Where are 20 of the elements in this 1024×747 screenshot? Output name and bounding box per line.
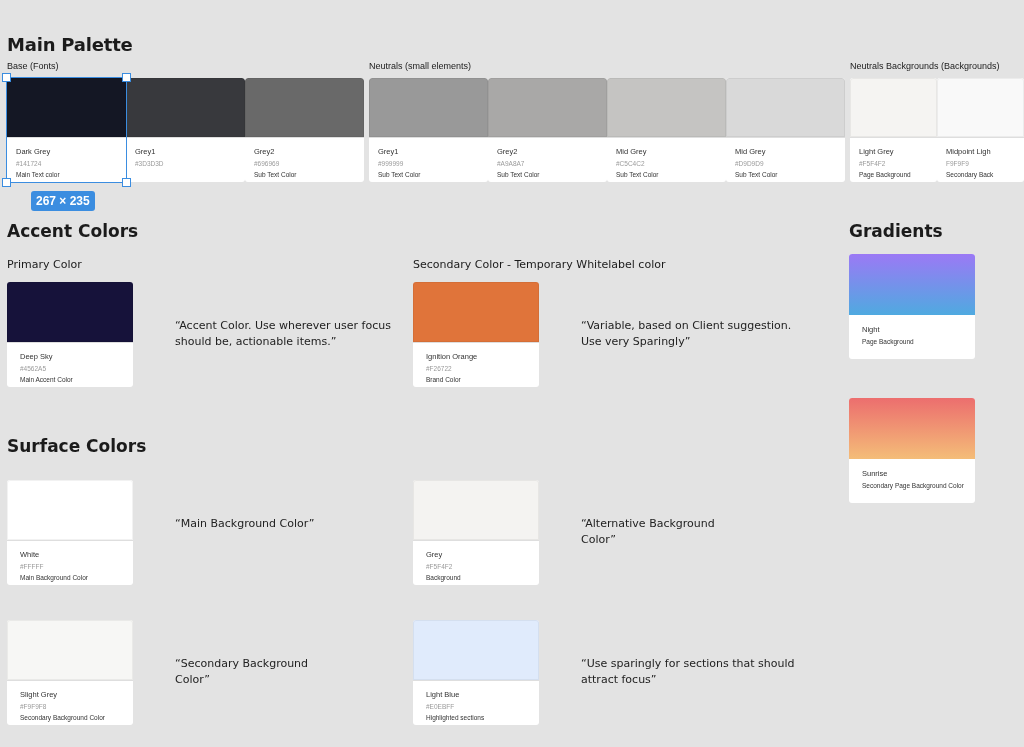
- resize-handle[interactable]: [122, 73, 131, 82]
- section-title: Surface Colors: [7, 435, 147, 457]
- group-label: Base (Fonts): [7, 60, 59, 72]
- section-title: Gradients: [849, 220, 943, 242]
- resize-handle[interactable]: [2, 73, 11, 82]
- resize-handle[interactable]: [2, 178, 11, 187]
- group-label: Neutrals Backgrounds (Backgrounds): [850, 60, 1000, 72]
- usage-note: “Alternative Background Color”: [581, 516, 716, 548]
- group-label: Primary Color: [7, 258, 82, 272]
- usage-note: “Variable, based on Client suggestion. Use very Sparingly”: [581, 318, 793, 350]
- group-label: Secondary Color - Temporary Whitelabel color: [413, 258, 666, 272]
- resize-handle[interactable]: [122, 178, 131, 187]
- usage-note: “Secondary Background Color”: [175, 656, 310, 688]
- usage-note: “Accent Color. Use wherever user focus should be, actionable items.”: [175, 318, 392, 350]
- usage-note: “Main Background Color”: [175, 516, 316, 532]
- size-label: 267 × 235: [31, 191, 95, 211]
- group-label: Neutrals (small elements): [369, 60, 472, 72]
- usage-note: “Use sparingly for sections that should attract focus”: [581, 656, 796, 688]
- section-title: Main Palette: [7, 34, 133, 56]
- section-title: Accent Colors: [7, 220, 139, 242]
